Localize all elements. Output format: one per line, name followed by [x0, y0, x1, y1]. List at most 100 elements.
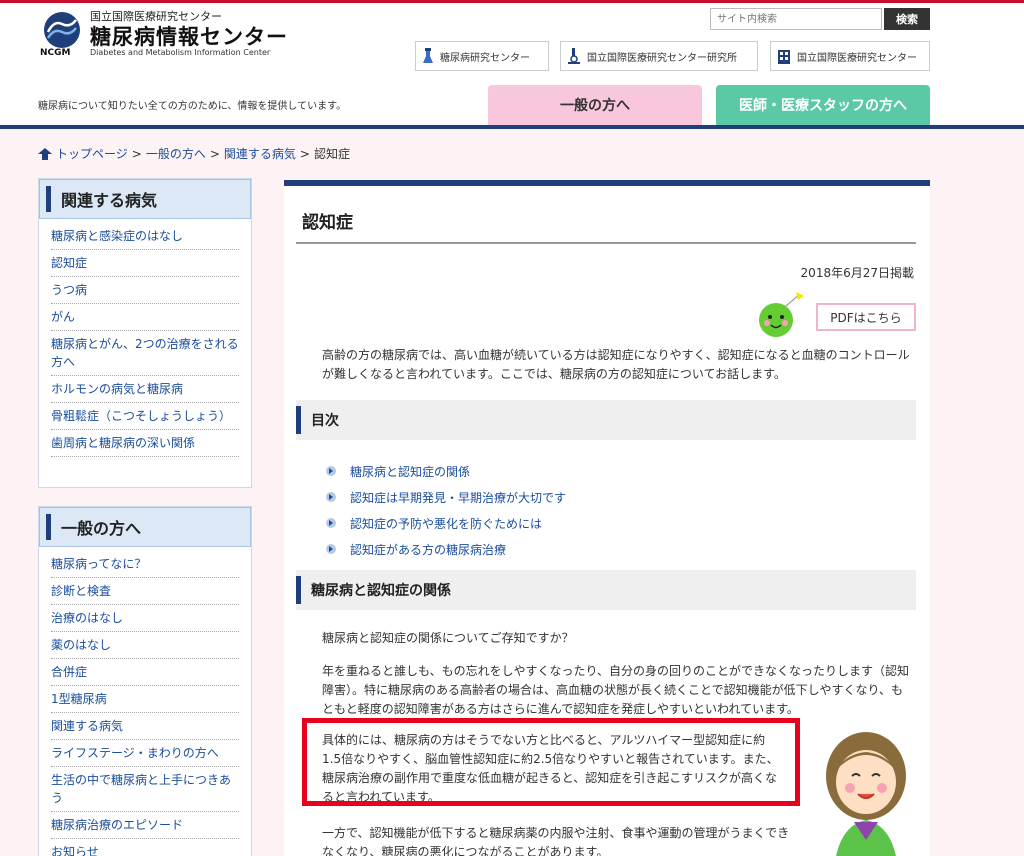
section-heading-label: 糖尿病と認知症の関係 [311, 583, 451, 599]
sidebar-item: 糖尿病とがん、2つの治療をされる方へ [51, 331, 239, 376]
breadcrumb-home[interactable]: トップページ [56, 145, 128, 162]
published-date: 2018年6月27日掲載 [800, 266, 914, 280]
sidebar-item: うつ病 [51, 277, 239, 304]
breadcrumb-related-diseases[interactable]: 関連する病気 [224, 145, 296, 162]
main-content: 認知症 2018年6月27日掲載 PDFはこちら 高齢の方の糖尿病では、高い血糖… [284, 180, 930, 856]
page-title: 認知症 [296, 198, 916, 244]
breadcrumb-general[interactable]: 一般の方へ [146, 145, 206, 162]
table-of-contents: 糖尿病と認知症の関係 認知症は早期発見・早期治療が大切です 認知症の予防や悪化を… [326, 458, 566, 562]
site-header: NCGM 国立国際医療研究センター 糖尿病情報センター Diabetes and… [0, 0, 1024, 129]
mascot-icon [759, 292, 804, 337]
sidebar-link[interactable]: 診断と検査 [51, 584, 111, 598]
breadcrumb-current: 認知症 [313, 147, 350, 161]
site-search-input[interactable] [710, 8, 882, 30]
sidebar-link[interactable]: 糖尿病とがん、2つの治療をされる方へ [51, 337, 239, 369]
toc-item: 認知症がある方の糖尿病治療 [326, 536, 566, 562]
microscope-icon [568, 48, 580, 64]
sidebar-item: 骨粗鬆症（こつそしょうしょう） [51, 403, 239, 430]
sidebar-link[interactable]: 糖尿病と感染症のはなし [51, 229, 183, 243]
sidebar-link[interactable]: ホルモンの病気と糖尿病 [51, 382, 183, 396]
toc-item: 糖尿病と認知症の関係 [326, 458, 566, 484]
section-heading: 糖尿病と認知症の関係 [296, 570, 916, 610]
arrow-bullet-icon [326, 466, 336, 476]
toc-link[interactable]: 糖尿病と認知症の関係 [350, 463, 470, 480]
pdf-download-button[interactable]: PDFはこちら [816, 303, 916, 331]
breadcrumb-sep: > [299, 146, 310, 161]
logo-site-name-en: Diabetes and Metabolism Information Cent… [90, 48, 271, 57]
sidebar-list: 糖尿病と感染症のはなし 認知症 うつ病 がん 糖尿病とがん、2つの治療をされる方… [39, 219, 251, 465]
sidebar-item: 合併症 [51, 659, 239, 686]
tab-medical-staff[interactable]: 医師・医療スタッフの方へ [716, 85, 930, 125]
sidebar-link[interactable]: ライフステージ・まわりの方へ [51, 746, 219, 760]
sidebar-item: がん [51, 304, 239, 331]
paragraph: 糖尿病と認知症の関係についてご存知ですか？ [322, 631, 574, 645]
sidebar-heading: 関連する病気 [39, 179, 251, 219]
sidebar-heading-label: 一般の方へ [61, 519, 142, 538]
sidebar-item: 関連する病気 [51, 713, 239, 740]
toc-item: 認知症は早期発見・早期治療が大切です [326, 484, 566, 510]
toc-heading-label: 目次 [311, 413, 339, 429]
search-button[interactable]: 検索 [884, 8, 930, 30]
toc-link[interactable]: 認知症がある方の糖尿病治療 [350, 541, 506, 558]
sidebar-link[interactable]: 歯周病と糖尿病の深い関係 [51, 436, 195, 450]
sidebar-link[interactable]: うつ病 [51, 283, 87, 297]
logo-abbr: NCGM [40, 48, 71, 58]
breadcrumb-sep: > [131, 146, 142, 161]
sidebar-item: 治療のはなし [51, 605, 239, 632]
sidebar-item: お知らせ [51, 839, 239, 856]
arrow-bullet-icon [326, 492, 336, 502]
sidebar-item: 歯周病と糖尿病の深い関係 [51, 430, 239, 457]
sidebar-link[interactable]: 1型糖尿病 [51, 692, 107, 706]
sidebar-item: 1型糖尿病 [51, 686, 239, 713]
sidebar-link[interactable]: 関連する病気 [51, 719, 123, 733]
sidebar-link[interactable]: 薬のはなし [51, 638, 111, 652]
arrow-bullet-icon [326, 518, 336, 528]
link-ncgm-research-institute[interactable]: 国立国際医療研究センター研究所 [560, 41, 758, 71]
heading-bar [46, 186, 51, 212]
sidebar-item: 薬のはなし [51, 632, 239, 659]
breadcrumb: トップページ > 一般の方へ > 関連する病気 > 認知症 [38, 145, 350, 162]
tab-general-public[interactable]: 一般の方へ [488, 85, 702, 125]
arrow-bullet-icon [326, 544, 336, 554]
sidebar-item: ホルモンの病気と糖尿病 [51, 376, 239, 403]
sidebar-link[interactable]: 糖尿病治療のエピソード [51, 818, 183, 832]
link-diabetes-research-center[interactable]: 糖尿病研究センター [415, 41, 549, 71]
building-icon [778, 50, 790, 64]
sidebar-list: 糖尿病ってなに？ 診断と検査 治療のはなし 薬のはなし 合併症 1型糖尿病 関連… [39, 547, 251, 856]
sidebar-item: 糖尿病治療のエピソード [51, 812, 239, 839]
paragraph: 年を重ねると誰しも、もの忘れをしやすくなったり、自分の身の回りのことができなくな… [322, 664, 910, 716]
link-label: 国立国際医療研究センター [797, 52, 917, 64]
link-label: 国立国際医療研究センター研究所 [587, 52, 737, 64]
toc-link[interactable]: 認知症の予防や悪化を防ぐためには [350, 515, 542, 532]
link-label: 糖尿病研究センター [440, 52, 530, 64]
sidebar-item: 診断と検査 [51, 578, 239, 605]
sidebar-item: 糖尿病と感染症のはなし [51, 223, 239, 250]
toc-heading: 目次 [296, 400, 916, 440]
heading-bar [296, 406, 301, 434]
sidebar-link[interactable]: 認知症 [51, 256, 87, 270]
paragraph: 一方で、認知機能が低下すると糖尿病薬の内服や注射、食事や運動の管理がうまくできな… [322, 826, 790, 856]
sidebar-heading: 一般の方へ [39, 507, 251, 547]
sidebar-item: 糖尿病ってなに？ [51, 551, 239, 578]
sidebar-link[interactable]: 合併症 [51, 665, 87, 679]
sidebar-general: 一般の方へ 糖尿病ってなに？ 診断と検査 治療のはなし 薬のはなし 合併症 1型… [38, 506, 252, 856]
heading-bar [296, 576, 301, 604]
sidebar-link[interactable]: 骨粗鬆症（こつそしょうしょう） [51, 409, 231, 423]
flask-icon [423, 48, 433, 63]
intro-paragraph: 高齢の方の糖尿病では、高い血糖が続いている方は認知症になりやすく、認知症になると… [322, 348, 910, 381]
sidebar-item: 認知症 [51, 250, 239, 277]
sidebar-link[interactable]: 糖尿病ってなに？ [51, 557, 146, 571]
heading-bar [46, 514, 51, 540]
toc-item: 認知症の予防や悪化を防ぐためには [326, 510, 566, 536]
header-divider [0, 125, 1024, 129]
sidebar-link[interactable]: 治療のはなし [51, 611, 123, 625]
home-arrow-icon [38, 147, 52, 160]
link-ncgm[interactable]: 国立国際医療研究センター [770, 41, 930, 71]
sidebar-link[interactable]: お知らせ [51, 845, 99, 856]
sidebar-related-diseases: 関連する病気 糖尿病と感染症のはなし 認知症 うつ病 がん 糖尿病とがん、2つの… [38, 178, 252, 488]
red-highlight-box [302, 718, 800, 806]
toc-link[interactable]: 認知症は早期発見・早期治療が大切です [350, 489, 566, 506]
sidebar-link[interactable]: がん [51, 310, 75, 324]
sidebar-link[interactable]: 生活の中で糖尿病と上手につきあう [51, 773, 231, 805]
site-logo[interactable]: NCGM 国立国際医療研究センター 糖尿病情報センター Diabetes and… [40, 8, 310, 60]
